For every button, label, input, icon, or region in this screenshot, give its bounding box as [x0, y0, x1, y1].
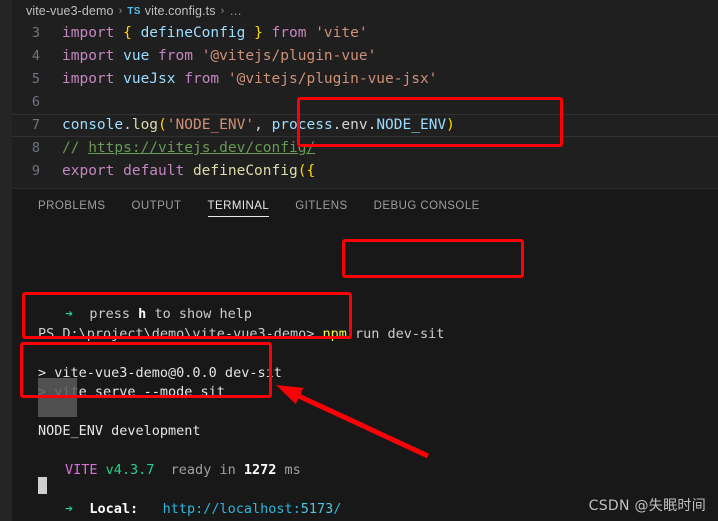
terminal-line: > vite serve --mode sit	[38, 383, 718, 403]
code-token: console	[62, 117, 124, 133]
terminal-text: ➔	[65, 501, 90, 517]
code-token: //	[62, 140, 89, 156]
terminal-text: ms	[276, 462, 301, 478]
terminal-text: VITE	[65, 462, 106, 478]
code-token: ,	[254, 117, 272, 133]
code-token: from	[262, 25, 316, 41]
terminal-line: PS D:\project\demo\vite-vue3-demo> npm r…	[38, 325, 718, 345]
terminal-text: http://localhost:	[162, 501, 301, 517]
code-line[interactable]: 9 export default defineConfig({	[0, 160, 718, 183]
watermark: CSDN @失眠时间	[588, 498, 706, 514]
code-token: defineConfig	[140, 25, 246, 41]
code-token: '@vitejs/plugin-vue-jsx'	[227, 71, 438, 87]
activity-bar-sliver	[0, 0, 12, 521]
typescript-file-icon: TS	[127, 5, 141, 17]
terminal-text: 5173	[300, 501, 334, 517]
code-token: vueJsx	[123, 71, 176, 87]
panel-tab-bar: PROBLEMS OUTPUT TERMINAL GITLENS DEBUG CONSO…	[0, 189, 718, 223]
code-editor[interactable]: 3 import { defineConfig } from 'vite' 4 imp…	[0, 22, 718, 188]
terminal-text: PS D:\project\demo\vite-vue3-demo>	[38, 325, 323, 342]
terminal-line: ➔ press h to show help	[38, 305, 718, 325]
code-line[interactable]: 3 import { defineConfig } from 'vite'	[0, 22, 718, 45]
code-token: 'NODE_ENV'	[166, 117, 255, 133]
code-token: vue	[123, 48, 150, 64]
terminal-text: npm	[322, 325, 347, 342]
code-line[interactable]: 5 import vueJsx from '@vitejs/plugin-vue-…	[0, 68, 718, 91]
tab-gitlens[interactable]: GITLENS	[295, 189, 347, 223]
terminal-line: NODE_ENV development	[38, 422, 718, 442]
terminal-cursor	[38, 477, 47, 494]
tab-terminal[interactable]: TERMINAL	[207, 189, 270, 223]
code-token: {	[123, 25, 141, 41]
code-token: log	[131, 117, 159, 133]
code-token: from	[149, 48, 202, 64]
code-token: process	[271, 117, 333, 133]
code-token: https://vitejs.dev/config/	[88, 140, 316, 156]
terminal-text: ➔	[65, 306, 90, 322]
code-token: }	[245, 25, 263, 41]
code-token: import	[62, 48, 124, 64]
breadcrumb-project[interactable]: vite-vue3-demo	[26, 4, 114, 18]
code-token: import	[62, 71, 124, 87]
terminal-text: Local:	[89, 501, 139, 517]
code-text: import vue from '@vitejs/plugin-vue'	[62, 45, 376, 68]
code-token: (	[158, 117, 167, 133]
breadcrumb-overflow[interactable]: …	[229, 4, 243, 18]
breadcrumb-separator-icon-2: ›	[220, 5, 225, 17]
code-token: ({	[297, 163, 316, 179]
terminal-text: v4.3.7	[105, 462, 155, 478]
code-text: // https://vitejs.dev/config/	[62, 137, 315, 160]
breadcrumb[interactable]: vite-vue3-demo › TS vite.config.ts › …	[0, 0, 718, 22]
terminal-selection-highlight	[38, 378, 77, 417]
code-token: '@vitejs/plugin-vue'	[201, 48, 377, 64]
code-token: 'vite'	[315, 25, 368, 41]
terminal-text: 1272	[243, 462, 277, 478]
code-token: import	[62, 25, 124, 41]
code-text: import { defineConfig } from 'vite'	[62, 22, 368, 45]
code-token: export default	[62, 163, 193, 179]
code-line[interactable]: 4 import vue from '@vitejs/plugin-vue'	[0, 45, 718, 68]
terminal-text: press	[89, 306, 139, 322]
terminal-text: run dev-sit	[346, 325, 445, 342]
breadcrumb-file[interactable]: vite.config.ts	[145, 4, 216, 18]
terminal-text: to show help	[146, 306, 252, 322]
tab-debug-console[interactable]: DEBUG CONSOLE	[374, 189, 480, 223]
tab-problems[interactable]: PROBLEMS	[38, 189, 106, 223]
code-text: export default defineConfig({	[62, 160, 315, 183]
terminal-text: NODE_ENV development	[38, 423, 201, 439]
code-token: .	[123, 117, 132, 133]
code-token: )	[446, 117, 455, 133]
terminal-line: > vite-vue3-demo@0.0.0 dev-sit	[38, 364, 718, 384]
code-token: NODE_ENV	[376, 117, 447, 133]
code-line[interactable]: 6	[0, 91, 718, 114]
bottom-panel: PROBLEMS OUTPUT TERMINAL GITLENS DEBUG CONSO…	[0, 188, 718, 521]
code-token: .env.	[332, 117, 377, 133]
vscode-window: vite-vue3-demo › TS vite.config.ts › … 3…	[0, 0, 718, 521]
terminal-line: VITE v4.3.7 ready in 1272 ms	[38, 461, 718, 481]
terminal-text: /	[333, 501, 342, 517]
code-token: from	[175, 71, 228, 87]
code-text: import vueJsx from '@vitejs/plugin-vue-j…	[62, 68, 437, 91]
breadcrumb-separator-icon: ›	[118, 5, 123, 17]
terminal-output[interactable]: ➔ press h to show help PS D:\project\demo…	[0, 223, 718, 521]
code-text: console.log('NODE_ENV', process.env.NODE…	[62, 114, 455, 137]
code-token: defineConfig	[192, 163, 298, 179]
terminal-text: ready in	[154, 462, 244, 478]
tab-output[interactable]: OUTPUT	[132, 189, 182, 223]
code-line[interactable]: 7 console.log('NODE_ENV', process.env.NOD…	[0, 114, 718, 137]
code-line[interactable]: 8// https://vitejs.dev/config/	[0, 137, 718, 160]
